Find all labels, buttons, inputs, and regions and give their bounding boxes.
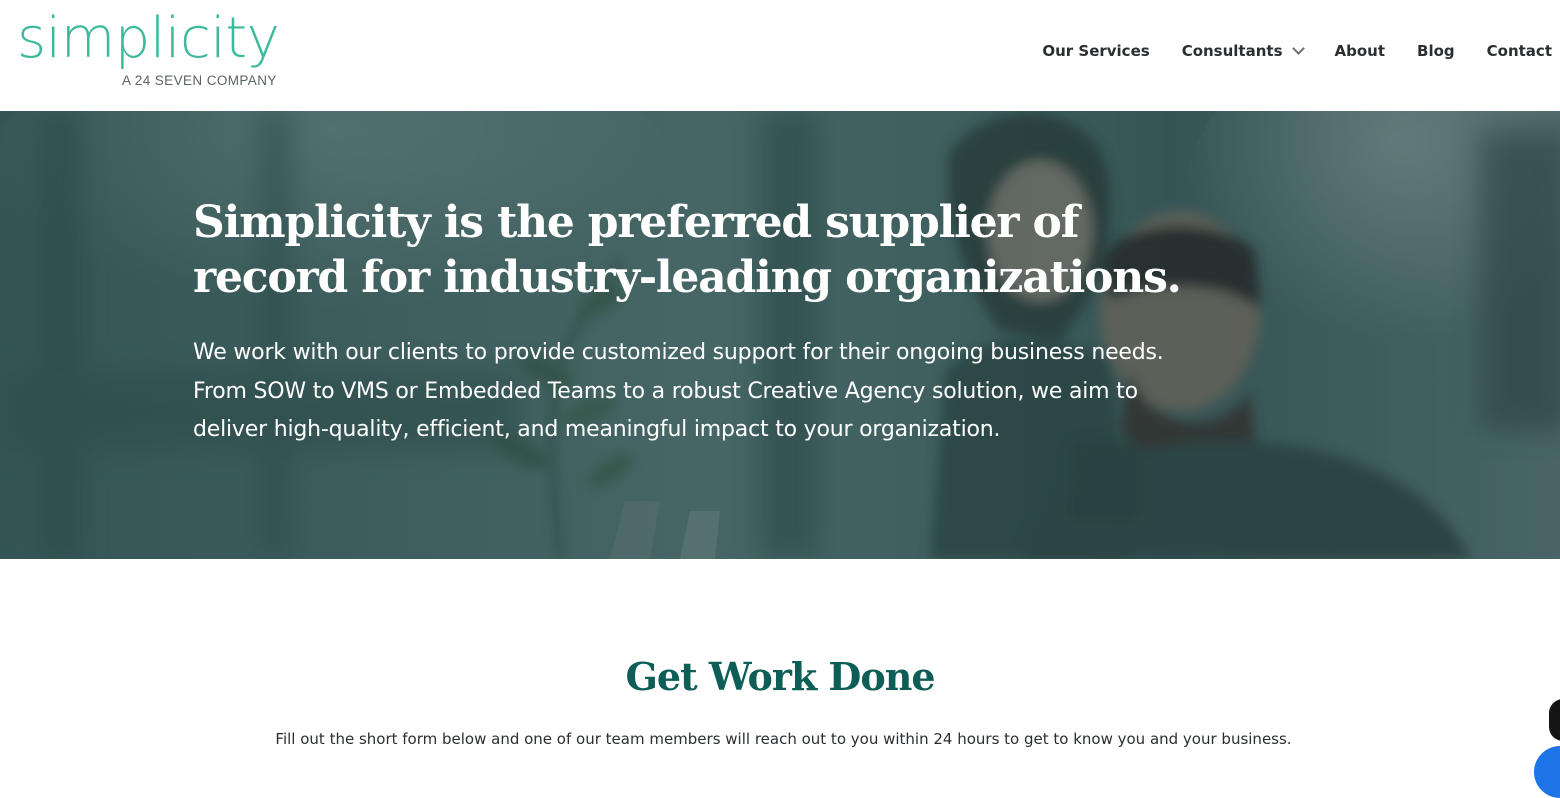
hero-description: We work with our clients to provide cust… (193, 340, 1164, 442)
nav-blog-label: Blog (1417, 42, 1455, 60)
nav-consultants-label: Consultants (1181, 42, 1283, 60)
nav-blog[interactable]: Blog (1417, 42, 1455, 60)
nav-consultants[interactable]: Consultants (1181, 41, 1305, 60)
nav-about-label: About (1334, 42, 1386, 60)
main-nav: Our Services Consultants About Blog Cont… (1010, 36, 1552, 66)
hero-banner: Simplicity is the preferred supplier of … (0, 111, 1560, 559)
hero-content: Simplicity is the preferred supplier of … (193, 195, 1203, 450)
simplicity-logo[interactable]: simplicity A 24 SEVEN COMPANY (17, 6, 280, 96)
floating-widget-button[interactable] (1549, 699, 1560, 741)
section-subtitle: Fill out the short form below and one of… (275, 730, 1292, 748)
logo-wordmark: simplicity (17, 6, 280, 71)
site-header: simplicity A 24 SEVEN COMPANY Our Servic… (0, 0, 1560, 111)
chat-launcher-button[interactable] (1534, 746, 1560, 798)
nav-contact-label: Contact (1486, 42, 1552, 60)
nav-our-services-label: Our Services (1042, 42, 1150, 60)
logo-tagline: A 24 SEVEN COMPANY (122, 73, 277, 88)
section-title: Get Work Done (625, 654, 935, 699)
nav-our-services[interactable]: Our Services (1042, 42, 1149, 60)
nav-contact[interactable]: Contact (1487, 42, 1552, 60)
hero-title: Simplicity is the preferred supplier of … (193, 197, 1182, 303)
chevron-down-icon (1291, 41, 1305, 55)
nav-about[interactable]: About (1335, 42, 1386, 60)
